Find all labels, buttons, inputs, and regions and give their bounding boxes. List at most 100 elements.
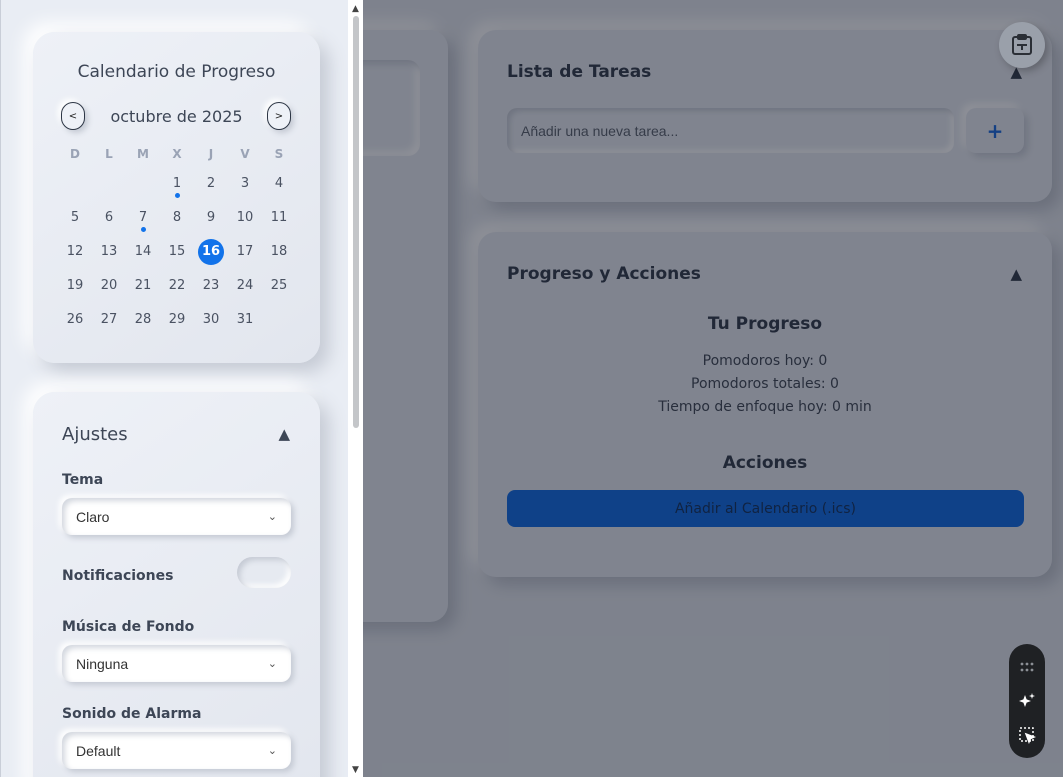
calendar-day-today[interactable]: 16: [194, 235, 228, 269]
calendar-day-number: 24: [236, 278, 254, 293]
calendar-grid: D L M X J V S 1 2 3 4 5 6 7 8 9 10 11 12 13 14 15 16 17 18 19 20 21…: [58, 147, 296, 337]
calendar-day[interactable]: 19: [58, 269, 92, 303]
weekday-header: J: [208, 147, 214, 161]
calendar-day-number: 17: [236, 244, 254, 259]
notifications-label: Notificaciones: [62, 568, 174, 584]
calendar-day-number: 12: [66, 244, 84, 259]
clipboard-icon[interactable]: [999, 22, 1045, 68]
weekday-header: M: [137, 147, 149, 161]
progress-calendar: Calendario de Progreso < octubre de 2025…: [33, 32, 320, 363]
calendar-day-number: 20: [100, 278, 118, 293]
calendar-day[interactable]: 2: [194, 167, 228, 201]
calendar-day[interactable]: 24: [228, 269, 262, 303]
calendar-day[interactable]: 18: [262, 235, 296, 269]
calendar-day[interactable]: 4: [262, 167, 296, 201]
sidebar-scrollbar[interactable]: ▲ ▼: [348, 0, 363, 777]
theme-label: Tema: [62, 472, 104, 488]
calendar-day[interactable]: 21: [126, 269, 160, 303]
calendar-day-number: 10: [236, 210, 254, 225]
alarm-select[interactable]: Default ⌄: [62, 732, 291, 769]
notifications-toggle[interactable]: [237, 557, 291, 588]
settings-title: Ajustes: [62, 424, 128, 445]
chevron-down-icon: ⌄: [267, 658, 277, 670]
music-select[interactable]: Ninguna ⌄: [62, 645, 291, 682]
calendar-day[interactable]: 3: [228, 167, 262, 201]
calendar-day[interactable]: 12: [58, 235, 92, 269]
calendar-day-number: 6: [104, 210, 114, 225]
calendar-day[interactable]: 17: [228, 235, 262, 269]
calendar-day[interactable]: 9: [194, 201, 228, 235]
calendar-day-number: 28: [134, 312, 152, 327]
calendar-day[interactable]: 31: [228, 303, 262, 337]
calendar-day[interactable]: 15: [160, 235, 194, 269]
calendar-day[interactable]: 27: [92, 303, 126, 337]
weekday-header: X: [172, 147, 182, 161]
calendar-day-number: 16: [198, 239, 224, 265]
calendar-day-number: 15: [168, 244, 186, 259]
activity-dot: [175, 193, 180, 198]
settings-collapse-icon[interactable]: ▲: [278, 425, 290, 443]
calendar-day-number: 23: [202, 278, 220, 293]
calendar-day[interactable]: 10: [228, 201, 262, 235]
music-label: Música de Fondo: [62, 619, 195, 635]
sidebar-panel: Calendario de Progreso < octubre de 2025…: [0, 0, 363, 777]
calendar-day-number: 14: [134, 244, 152, 259]
calendar-day-number: 19: [66, 278, 84, 293]
settings-card: Ajustes ▲ Tema Claro ⌄ Notificaciones Mú…: [33, 392, 320, 777]
calendar-day[interactable]: 20: [92, 269, 126, 303]
scroll-thumb[interactable]: [353, 16, 359, 428]
calendar-blank: [58, 167, 92, 201]
calendar-day-number: 8: [172, 210, 182, 225]
calendar-day-number: 4: [274, 176, 284, 191]
calendar-day-number: 29: [168, 312, 186, 327]
calendar-day[interactable]: 5: [58, 201, 92, 235]
music-select-value: Ninguna: [76, 655, 129, 672]
theme-select[interactable]: Claro ⌄: [62, 498, 291, 535]
calendar-day-number: 18: [270, 244, 288, 259]
chevron-down-icon: ⌄: [267, 745, 277, 757]
alarm-label: Sonido de Alarma: [62, 706, 202, 722]
calendar-day[interactable]: 14: [126, 235, 160, 269]
calendar-day[interactable]: 13: [92, 235, 126, 269]
scroll-down-icon[interactable]: ▼: [352, 765, 359, 775]
calendar-blank: [126, 167, 160, 201]
calendar-day[interactable]: 30: [194, 303, 228, 337]
calendar-day[interactable]: 7: [126, 201, 160, 235]
theme-select-value: Claro: [76, 508, 110, 525]
alarm-select-value: Default: [76, 742, 121, 759]
calendar-day-number: 3: [240, 176, 250, 191]
weekday-header: S: [274, 147, 284, 161]
calendar-title: Calendario de Progreso: [77, 62, 276, 82]
activity-dot: [141, 227, 146, 232]
calendar-day-number: 2: [206, 176, 216, 191]
calendar-day[interactable]: 22: [160, 269, 194, 303]
sparkle-icon[interactable]: [1017, 691, 1037, 711]
calendar-day-number: 5: [70, 210, 80, 225]
calendar-day[interactable]: 23: [194, 269, 228, 303]
calendar-day-number: 27: [100, 312, 118, 327]
calendar-day[interactable]: 28: [126, 303, 160, 337]
calendar-day[interactable]: 11: [262, 201, 296, 235]
calendar-day-number: 25: [270, 278, 288, 293]
calendar-day-number: 30: [202, 312, 220, 327]
weekday-header: D: [70, 147, 80, 161]
weekday-header: V: [240, 147, 250, 161]
calendar-day-number: 26: [66, 312, 84, 327]
calendar-day-number: 31: [236, 312, 254, 327]
grid-dots-icon[interactable]: [1017, 657, 1037, 677]
calendar-day[interactable]: 29: [160, 303, 194, 337]
next-month-button[interactable]: >: [267, 102, 291, 130]
calendar-day[interactable]: 1: [160, 167, 194, 201]
calendar-day[interactable]: 26: [58, 303, 92, 337]
weekday-header: L: [105, 147, 113, 161]
calendar-day[interactable]: 25: [262, 269, 296, 303]
select-area-icon[interactable]: [1017, 725, 1037, 745]
chevron-down-icon: ⌄: [267, 511, 277, 523]
calendar-blank: [92, 167, 126, 201]
scroll-up-icon[interactable]: ▲: [352, 4, 359, 14]
calendar-day[interactable]: 8: [160, 201, 194, 235]
calendar-day-number: 13: [100, 244, 118, 259]
calendar-day[interactable]: 6: [92, 201, 126, 235]
floating-toolbar: [1009, 644, 1045, 758]
calendar-day-number: 9: [206, 210, 216, 225]
